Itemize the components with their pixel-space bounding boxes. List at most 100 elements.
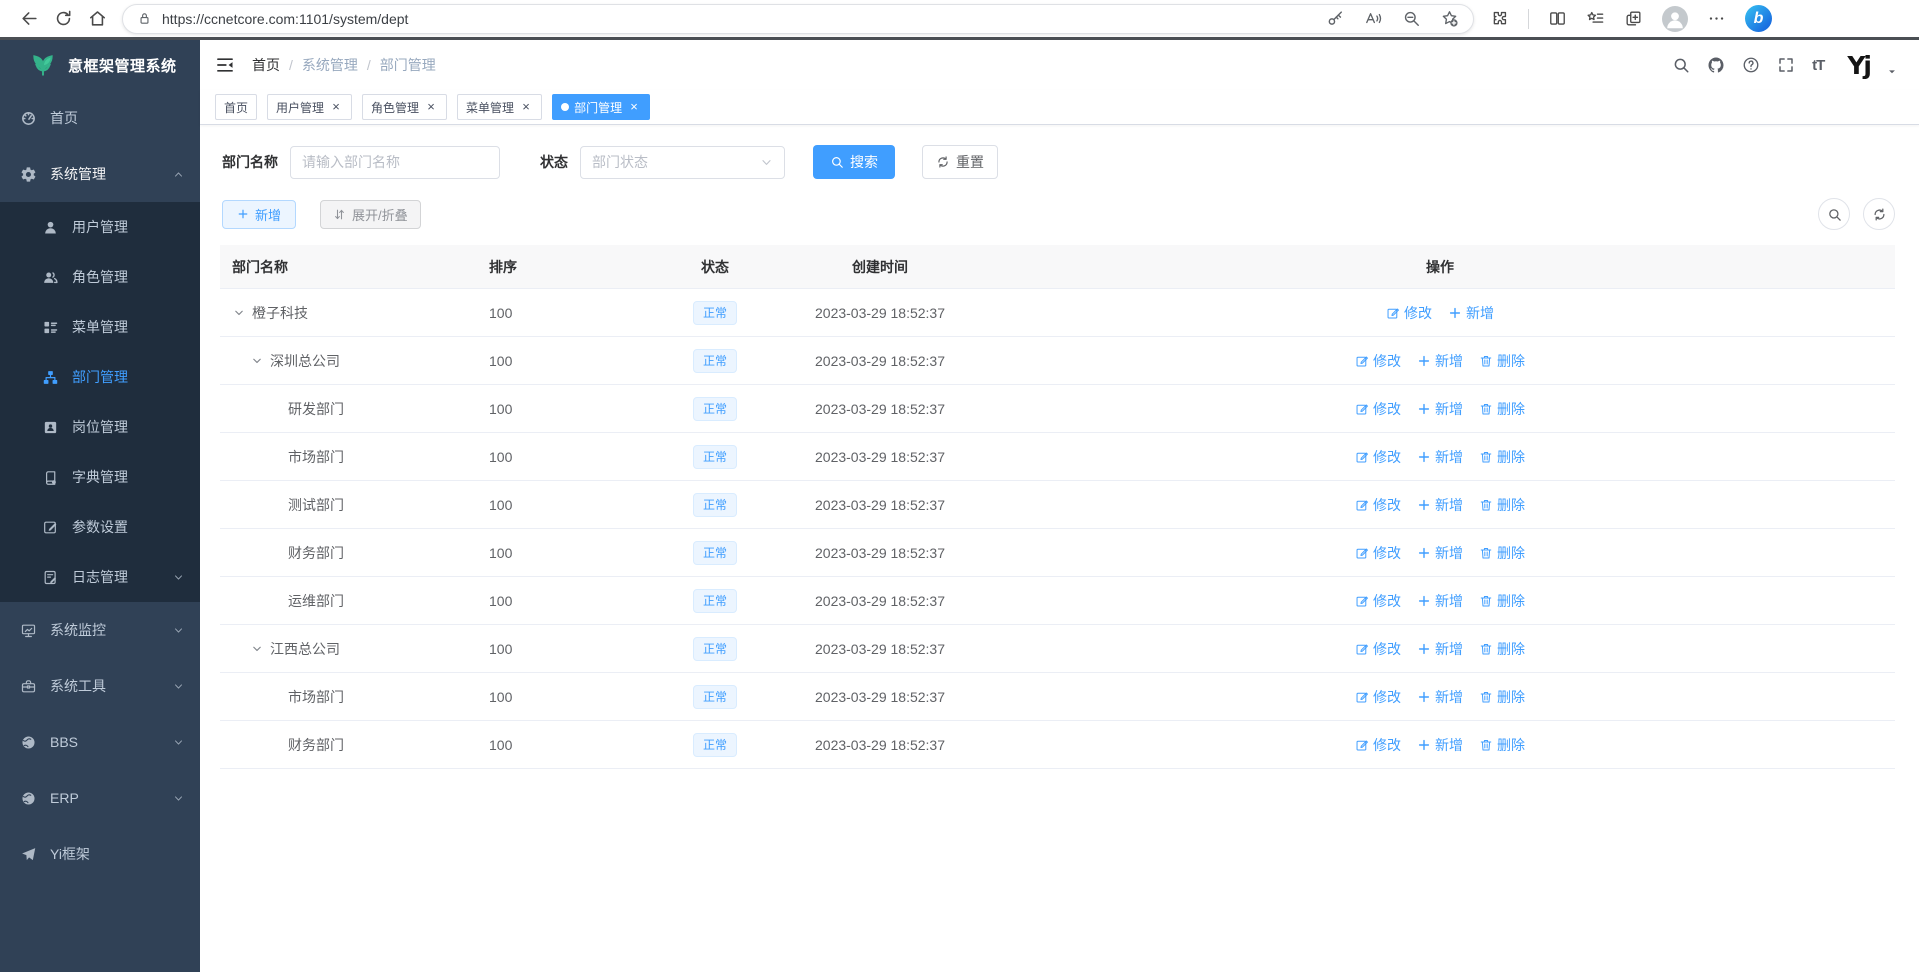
tab-close-icon[interactable]: × [424, 100, 438, 114]
sidebar-item-系统工具[interactable]: 系统工具 [0, 658, 200, 714]
tab-close-icon[interactable]: × [627, 100, 641, 114]
browser-home-button[interactable] [80, 3, 114, 35]
sidebar-item-BBS[interactable]: BBS [0, 714, 200, 770]
op-link-修改[interactable]: 修改 [1355, 495, 1401, 515]
tab-close-icon[interactable]: × [519, 100, 533, 114]
text-size-icon[interactable]: tT [1812, 57, 1824, 74]
op-link-新增[interactable]: 新增 [1417, 639, 1463, 659]
op-label: 修改 [1404, 303, 1432, 323]
op-link-修改[interactable]: 修改 [1355, 399, 1401, 419]
sidebar-item-岗位管理[interactable]: 岗位管理 [0, 402, 200, 452]
tab-close-icon[interactable]: × [329, 100, 343, 114]
expand-caret-icon [250, 354, 264, 368]
tab-label: 用户管理 [276, 99, 324, 116]
op-link-新增[interactable]: 新增 [1417, 351, 1463, 371]
op-link-修改[interactable]: 修改 [1355, 639, 1401, 659]
header-search-icon[interactable] [1672, 56, 1690, 74]
tab-首页[interactable]: 首页 [215, 94, 257, 120]
op-link-新增[interactable]: 新增 [1417, 447, 1463, 467]
cell-dept-name: 运维部门 [220, 591, 477, 611]
op-link-删除[interactable]: 删除 [1479, 351, 1525, 371]
op-link-删除[interactable]: 删除 [1479, 543, 1525, 563]
op-link-删除[interactable]: 删除 [1479, 591, 1525, 611]
password-key-icon[interactable] [1326, 9, 1345, 28]
toggle-search-button[interactable] [1818, 198, 1850, 230]
cell-sort: 100 [477, 497, 655, 513]
sidebar-item-部门管理[interactable]: 部门管理 [0, 352, 200, 402]
fullscreen-icon[interactable] [1777, 56, 1795, 74]
op-link-修改[interactable]: 修改 [1355, 591, 1401, 611]
sidebar-item-角色管理[interactable]: 角色管理 [0, 252, 200, 302]
op-link-修改[interactable]: 修改 [1355, 447, 1401, 467]
collections-icon[interactable] [1624, 9, 1643, 28]
dept-name-input[interactable] [290, 146, 500, 179]
op-link-新增[interactable]: 新增 [1417, 735, 1463, 755]
search-button[interactable]: 搜索 [813, 145, 895, 179]
op-link-新增[interactable]: 新增 [1448, 303, 1494, 323]
sidebar-item-参数设置[interactable]: 参数设置 [0, 502, 200, 552]
read-aloud-icon[interactable] [1364, 9, 1383, 28]
sidebar-collapse-icon[interactable] [215, 55, 235, 75]
op-link-修改[interactable]: 修改 [1355, 351, 1401, 371]
status-select[interactable]: 部门状态 [580, 146, 785, 179]
op-link-新增[interactable]: 新增 [1417, 399, 1463, 419]
help-icon[interactable] [1742, 56, 1760, 74]
op-link-删除[interactable]: 删除 [1479, 735, 1525, 755]
more-menu-icon[interactable] [1707, 9, 1726, 28]
user-dropdown-caret-icon[interactable] [1887, 67, 1897, 77]
sidebar-item-字典管理[interactable]: 字典管理 [0, 452, 200, 502]
split-screen-icon[interactable] [1548, 9, 1567, 28]
op-link-修改[interactable]: 修改 [1355, 687, 1401, 707]
op-label: 修改 [1373, 495, 1401, 515]
browser-back-button[interactable] [12, 3, 46, 35]
sidebar-item-ERP[interactable]: ERP [0, 770, 200, 826]
user-logo-mark[interactable]: Yj [1847, 53, 1870, 78]
op-link-新增[interactable]: 新增 [1417, 687, 1463, 707]
dept-name-text: 江西总公司 [270, 639, 340, 659]
op-link-修改[interactable]: 修改 [1355, 735, 1401, 755]
browser-refresh-button[interactable] [46, 3, 80, 35]
breadcrumb-item[interactable]: 首页 [252, 55, 280, 75]
sidebar-item-Yi框架[interactable]: Yi框架 [0, 826, 200, 882]
reset-button[interactable]: 重置 [922, 145, 998, 179]
sidebar-item-首页[interactable]: 首页 [0, 90, 200, 146]
profile-avatar[interactable] [1662, 6, 1688, 32]
op-link-新增[interactable]: 新增 [1417, 543, 1463, 563]
address-bar[interactable]: https://ccnetcore.com:1101/system/dept [122, 4, 1474, 34]
op-link-新增[interactable]: 新增 [1417, 495, 1463, 515]
filter-bar: 部门名称 状态 部门状态 搜索 重置 [200, 125, 1919, 179]
expand-collapse-button[interactable]: 展开/折叠 [320, 200, 421, 229]
refresh-table-button[interactable] [1863, 198, 1895, 230]
tab-部门管理[interactable]: 部门管理× [552, 94, 650, 120]
tab-用户管理[interactable]: 用户管理 × [267, 94, 352, 120]
op-link-新增[interactable]: 新增 [1417, 591, 1463, 611]
op-link-删除[interactable]: 删除 [1479, 687, 1525, 707]
sidebar-item-系统监控[interactable]: 系统监控 [0, 602, 200, 658]
favorite-add-icon[interactable] [1440, 9, 1459, 28]
op-link-删除[interactable]: 删除 [1479, 399, 1525, 419]
breadcrumb-separator: / [367, 57, 371, 73]
sidebar-item-菜单管理[interactable]: 菜单管理 [0, 302, 200, 352]
op-link-修改[interactable]: 修改 [1355, 543, 1401, 563]
zoom-out-icon[interactable] [1402, 9, 1421, 28]
favorites-bar-icon[interactable] [1586, 9, 1605, 28]
lock-icon[interactable] [137, 11, 152, 26]
op-link-删除[interactable]: 删除 [1479, 495, 1525, 515]
tab-菜单管理[interactable]: 菜单管理× [457, 94, 542, 120]
sidebar-item-label: 用户管理 [72, 217, 128, 237]
tab-角色管理[interactable]: 角色管理× [362, 94, 447, 120]
op-link-删除[interactable]: 删除 [1479, 447, 1525, 467]
extensions-icon[interactable] [1490, 9, 1509, 28]
github-icon[interactable] [1707, 56, 1725, 74]
app-logo[interactable]: 意框架管理系统 [0, 40, 200, 90]
opedit-icon [1355, 354, 1369, 368]
sidebar-item-系统管理[interactable]: 系统管理 [0, 146, 200, 202]
operations-group: 修改新增删除 [1355, 543, 1525, 563]
sidebar-item-日志管理[interactable]: 日志管理 [0, 552, 200, 602]
bing-chat-icon[interactable]: b [1745, 5, 1772, 32]
op-link-修改[interactable]: 修改 [1386, 303, 1432, 323]
sidebar-item-用户管理[interactable]: 用户管理 [0, 202, 200, 252]
op-link-删除[interactable]: 删除 [1479, 639, 1525, 659]
url-text[interactable]: https://ccnetcore.com:1101/system/dept [162, 11, 1307, 27]
add-button[interactable]: 新增 [222, 200, 296, 229]
